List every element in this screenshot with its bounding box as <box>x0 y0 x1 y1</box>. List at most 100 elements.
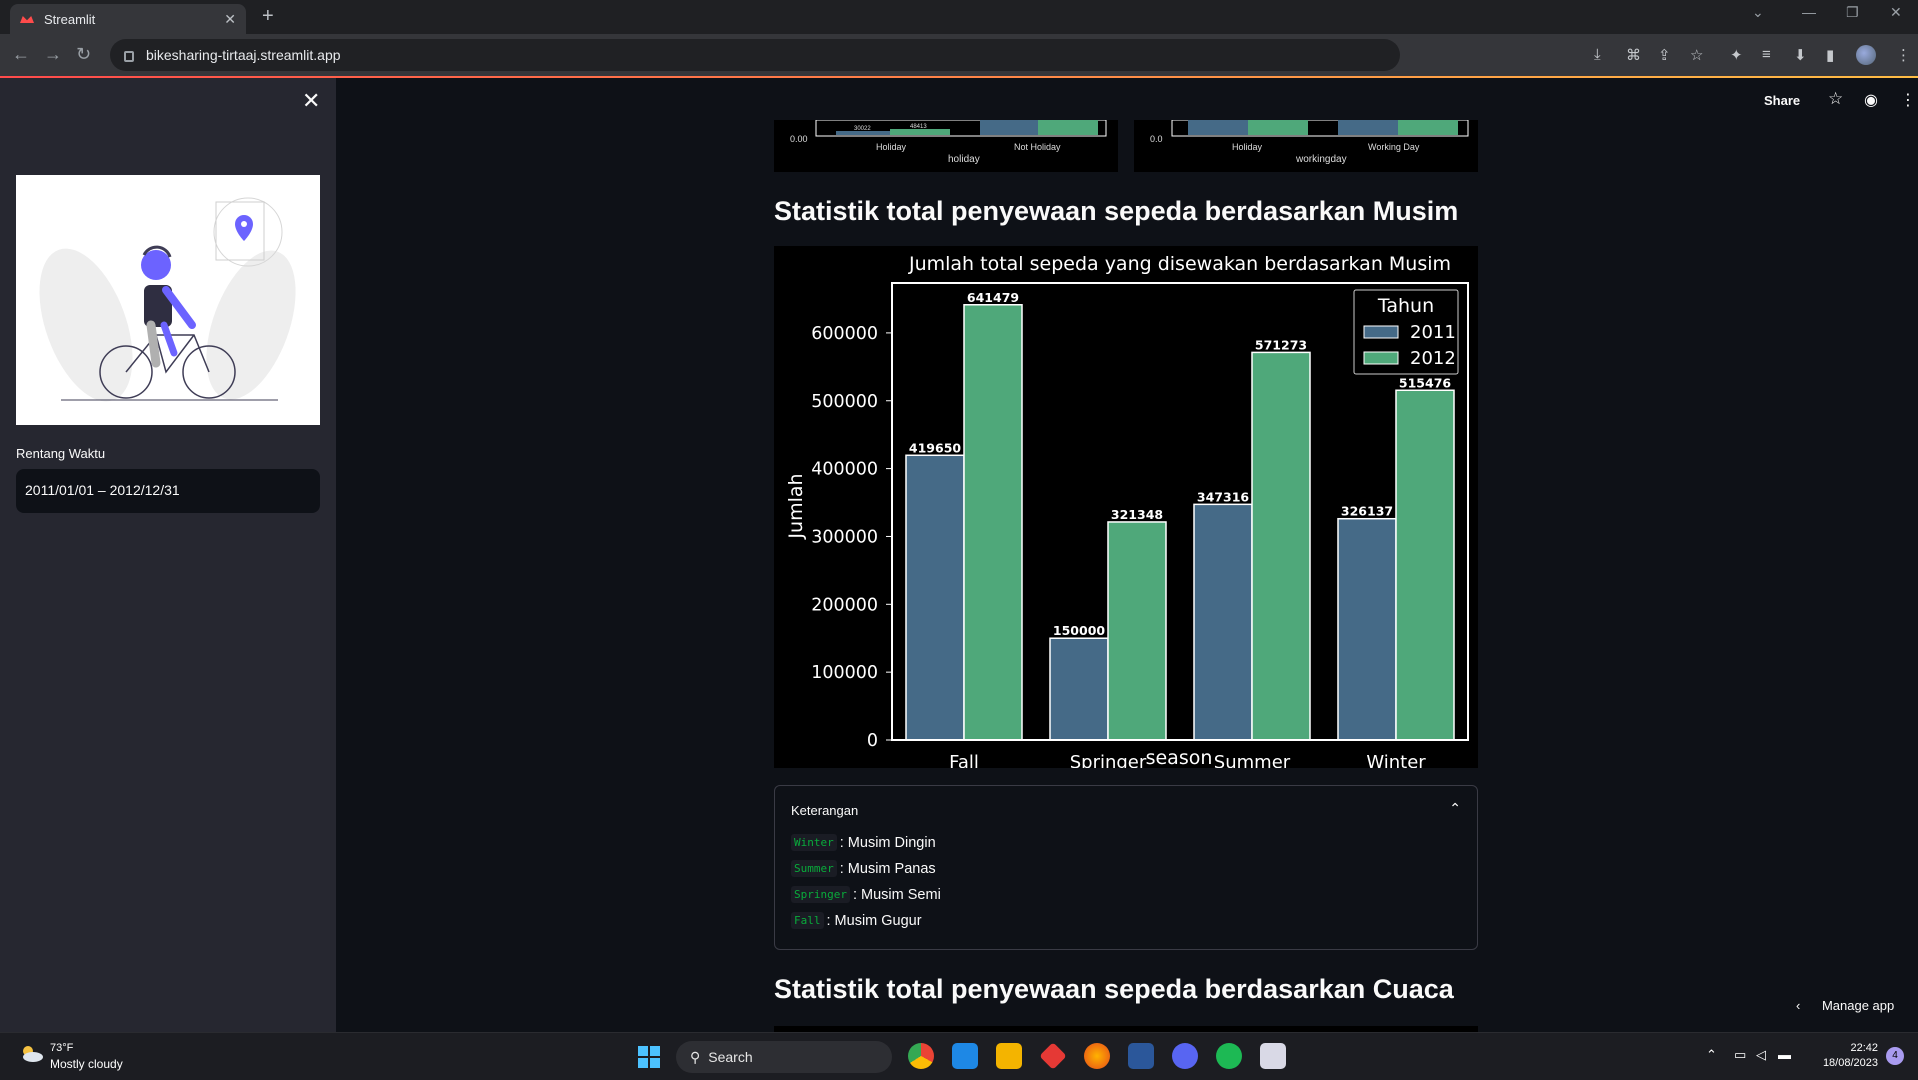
list-item: Springer : Musim Semi <box>791 886 941 903</box>
tab-search-icon[interactable]: ⌄ <box>1752 4 1764 21</box>
window-close-icon[interactable]: ✕ <box>1890 4 1902 21</box>
snipping-tool-icon[interactable] <box>1260 1043 1286 1069</box>
share-button[interactable]: Share <box>1764 93 1800 108</box>
search-icon: ⚲ <box>690 1048 701 1065</box>
main-menu-icon[interactable]: ⋮ <box>1900 90 1916 110</box>
season-chart-svg: Jumlah total sepeda yang disewakan berda… <box>785 253 1469 768</box>
holiday-chart: 30022 48413 0.00 Holiday Not Holiday hol… <box>774 119 1118 172</box>
bar-springer-2011 <box>1049 637 1109 741</box>
install-icon[interactable]: ⤓ <box>1594 46 1601 63</box>
y-tick: 0.0 <box>1150 134 1163 144</box>
bar-winter-2012 <box>1395 389 1455 741</box>
windows-start-icon[interactable] <box>638 1046 660 1068</box>
y-tick-label: 0 <box>867 731 878 751</box>
weather-temp[interactable]: 73°F <box>50 1042 73 1054</box>
back-icon[interactable]: ← <box>12 44 30 65</box>
bar-fall-2011 <box>905 454 965 741</box>
battery-icon[interactable]: ▬ <box>1778 1047 1791 1062</box>
sidebar-close-icon[interactable]: ✕ <box>302 88 320 114</box>
bar-value-label: 150000 <box>1053 623 1105 638</box>
x-tick-label: Springer <box>1070 752 1147 768</box>
restore-icon[interactable]: ❐ <box>1846 4 1859 21</box>
tab-title: Streamlit <box>44 11 96 27</box>
heading-cuaca: Statistik total penyewaan sepeda berdasa… <box>774 974 1454 1004</box>
x-tick: Working Day <box>1368 142 1420 152</box>
notes-app-icon[interactable] <box>952 1043 978 1069</box>
bar-summer-2012 <box>1251 351 1311 741</box>
season-desc: : Musim Panas <box>839 860 936 877</box>
x-tick: Holiday <box>876 142 907 152</box>
x-axis-label: season <box>1146 747 1213 768</box>
url-text: bikesharing-tirtaaj.streamlit.app <box>146 47 341 63</box>
y-tick: 0.00 <box>790 134 808 144</box>
taskbar-search[interactable]: ⚲ Search <box>676 1041 892 1073</box>
manage-app-button[interactable]: ‹ Manage app <box>1796 998 1894 1013</box>
bar-value-label: 326137 <box>1341 504 1393 519</box>
word-icon[interactable] <box>1128 1043 1154 1069</box>
bar-label: 48413 <box>910 124 927 130</box>
date-range-input[interactable]: 2011/01/01 – 2012/12/31 <box>16 469 320 513</box>
y-tick-label: 600000 <box>811 324 878 344</box>
profile-avatar[interactable] <box>1856 45 1876 65</box>
new-tab-button[interactable]: + <box>262 5 274 28</box>
bar-value-label: 419650 <box>909 440 961 455</box>
discord-icon[interactable] <box>1172 1043 1198 1069</box>
streamlit-favicon-icon <box>20 14 34 24</box>
share-page-icon[interactable]: ⇪ <box>1658 46 1671 64</box>
x-tick: Not Holiday <box>1014 142 1061 152</box>
list-item: Summer : Musim Panas <box>791 860 936 877</box>
tab-close-icon[interactable]: ✕ <box>224 11 236 28</box>
side-panel-icon[interactable]: ▮ <box>1826 46 1834 64</box>
lock-icon <box>124 50 134 62</box>
y-tick-label: 200000 <box>811 595 878 615</box>
workingday-chart: 0.0 Holiday Working Day workingday <box>1134 119 1478 172</box>
season-desc: : Musim Gugur <box>826 912 922 929</box>
bar-value-label: 515476 <box>1399 375 1451 390</box>
chevron-up-icon[interactable]: ⌃ <box>1449 800 1461 817</box>
season-bar-chart: Jumlah total sepeda yang disewakan berda… <box>774 246 1478 768</box>
reload-icon[interactable]: ↻ <box>76 44 91 65</box>
chevron-left-icon: ‹ <box>1796 998 1801 1013</box>
season-desc: : Musim Semi <box>852 886 941 903</box>
y-tick-label: 100000 <box>811 663 878 683</box>
legend-swatch <box>1363 351 1399 365</box>
volume-icon[interactable]: ◁ <box>1756 1047 1766 1063</box>
download-icon[interactable]: ⬇ <box>1794 46 1807 64</box>
bar-value-label: 321348 <box>1111 507 1163 522</box>
chrome-app-icon[interactable] <box>908 1043 934 1069</box>
browser-tab[interactable]: Streamlit ✕ <box>10 4 246 34</box>
file-explorer-icon[interactable] <box>996 1043 1022 1069</box>
main-content: Share ☆ ◉ ⋮ 30022 48413 0.00 Holiday Not… <box>336 78 1918 1032</box>
notification-badge[interactable]: 4 <box>1886 1047 1904 1065</box>
clock-time: 22:42 <box>1850 1042 1878 1054</box>
network-icon[interactable]: ▭ <box>1734 1047 1746 1063</box>
extensions-icon[interactable]: ✦ <box>1730 46 1743 64</box>
media-icon[interactable]: ≡ <box>1762 46 1771 63</box>
forward-icon[interactable]: → <box>44 44 62 65</box>
bar-summer-2011 <box>1193 503 1253 741</box>
minimize-icon[interactable]: — <box>1802 4 1816 20</box>
translate-icon[interactable]: ⌘ <box>1626 46 1641 64</box>
tray-chevron-icon[interactable]: ⌃ <box>1706 1047 1717 1063</box>
chrome-menu-icon[interactable]: ⋮ <box>1896 46 1911 64</box>
url-field[interactable]: bikesharing-tirtaaj.streamlit.app <box>110 39 1400 71</box>
keterangan-expander[interactable]: Keterangan ⌃ Winter : Musim Dingin Summe… <box>774 785 1478 950</box>
expander-title: Keterangan <box>791 803 859 818</box>
weather-icon[interactable] <box>18 1045 44 1063</box>
bar-springer-2012 <box>1107 521 1167 741</box>
clock[interactable]: 22:42 18/08/2023 <box>1818 1042 1878 1069</box>
x-tick-label: Winter <box>1366 752 1426 768</box>
x-tick-label: Fall <box>949 752 979 768</box>
star-icon[interactable]: ☆ <box>1828 89 1843 109</box>
bar-winter-2011 <box>1337 517 1397 741</box>
firefox-icon[interactable] <box>1084 1043 1110 1069</box>
bookmark-star-icon[interactable]: ☆ <box>1690 46 1703 64</box>
sidebar: ✕ Rentang Waktu 2011/01/01 – 2012/12/31 <box>0 78 336 1032</box>
spotify-icon[interactable] <box>1216 1043 1242 1069</box>
github-icon[interactable]: ◉ <box>1864 90 1878 110</box>
git-app-icon[interactable] <box>1039 1042 1067 1070</box>
bar-value-label: 641479 <box>967 290 1019 305</box>
weather-desc[interactable]: Mostly cloudy <box>50 1057 123 1071</box>
y-axis-label: Jumlah <box>785 473 807 539</box>
season-code: Springer <box>791 886 850 903</box>
